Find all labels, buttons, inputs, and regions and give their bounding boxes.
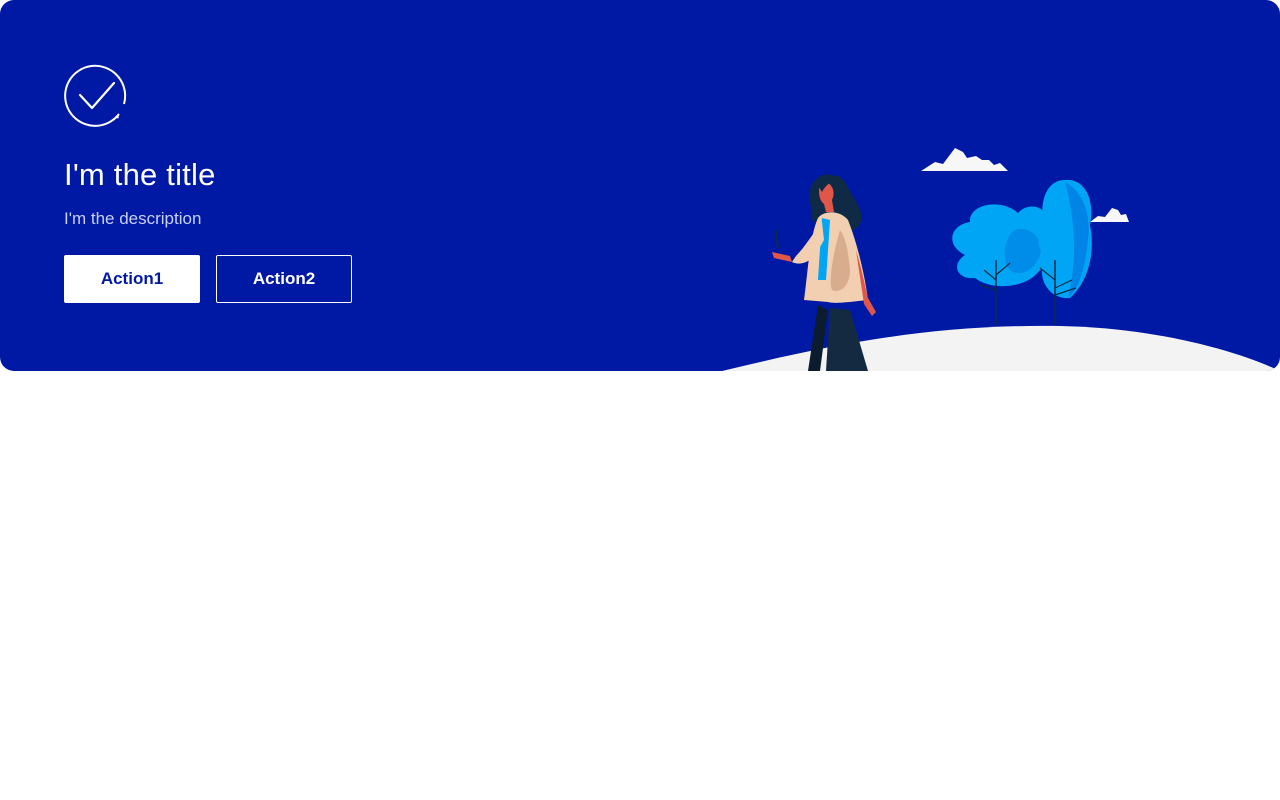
banner-actions: Action1 Action2 (64, 255, 624, 303)
tree-icon (1038, 179, 1092, 325)
action1-button[interactable]: Action1 (64, 255, 200, 303)
woman-figure (772, 174, 876, 371)
cloud-icon (1090, 208, 1129, 222)
ground-hill (722, 325, 1280, 371)
cloud-icon (921, 148, 1008, 171)
action2-button[interactable]: Action2 (216, 255, 352, 303)
status-banner: I'm the title I'm the description Action… (0, 0, 1280, 371)
woman-walking-illustration (722, 148, 1280, 371)
banner-description: I'm the description (64, 209, 202, 228)
check-circle-icon (64, 64, 127, 127)
banner-content: I'm the title I'm the description Action… (64, 64, 624, 303)
banner-title: I'm the title (64, 157, 216, 192)
tree-icon (952, 204, 1056, 325)
